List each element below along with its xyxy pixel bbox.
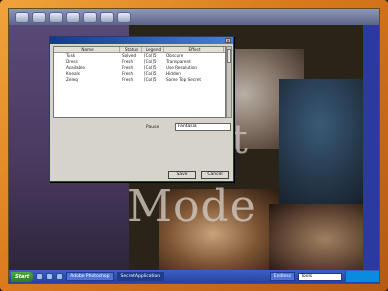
taskbar-address-label: Endless [269, 272, 295, 281]
toolbar-app-icon[interactable] [117, 11, 131, 23]
pause-label: Pause [146, 125, 160, 130]
taskbar-item-secret-app[interactable]: SecretApplication [116, 272, 165, 281]
toolbar-app-icon[interactable] [83, 11, 97, 23]
column-header-effect[interactable]: Effect [164, 47, 224, 52]
item-legend: [Col]5 [144, 77, 157, 82]
toolbar-app-icon[interactable] [15, 11, 29, 23]
item-effect: Some Top Secret [166, 77, 201, 82]
monitor-frame: it Mode × Name Status Legend Effect [0, 0, 388, 291]
toolbar-app-icon[interactable] [66, 11, 80, 23]
pause-field[interactable]: Fantasia [175, 123, 231, 131]
start-button[interactable]: Start [11, 271, 34, 282]
taskbar-address-field[interactable]: Tools [298, 272, 342, 281]
column-header-name[interactable]: Name [54, 47, 120, 52]
toolbar-app-icon[interactable] [32, 11, 46, 23]
mode-list[interactable]: Name Status Legend Effect Tusk Solved [C… [53, 46, 226, 118]
save-button[interactable]: Save [168, 171, 196, 179]
top-toolbar [9, 9, 379, 25]
item-name: Zeleq [66, 77, 78, 82]
wallpaper-strip [363, 25, 379, 270]
list-item[interactable]: Zeleq Fresh [Col]5 Some Top Secret [54, 77, 225, 83]
mode-dialog: × Name Status Legend Effect Tusk Solved … [49, 36, 234, 182]
item-status: Fresh [122, 77, 134, 82]
screen: it Mode × Name Status Legend Effect [8, 8, 380, 284]
column-header-legend[interactable]: Legend [142, 47, 164, 52]
scrollbar-thumb[interactable] [227, 49, 231, 63]
quick-launch-icon[interactable] [46, 273, 54, 280]
dialog-titlebar[interactable]: × [50, 37, 233, 44]
system-tray[interactable] [345, 271, 379, 282]
toolbar-app-icon[interactable] [100, 11, 114, 23]
taskbar-item-photoshop[interactable]: Adobe Photoshop [66, 272, 114, 281]
taskbar: Start Adobe Photoshop SecretApplication … [9, 270, 379, 283]
quick-launch-icon[interactable] [36, 273, 44, 280]
toolbar-app-icon[interactable] [49, 11, 63, 23]
wallpaper-word-mode: Mode [127, 181, 257, 232]
column-header-status[interactable]: Status [120, 47, 142, 52]
cancel-button[interactable]: Cancel [201, 171, 229, 179]
quick-launch-icon[interactable] [56, 273, 64, 280]
list-scrollbar[interactable] [226, 46, 232, 118]
close-icon[interactable]: × [225, 38, 231, 43]
